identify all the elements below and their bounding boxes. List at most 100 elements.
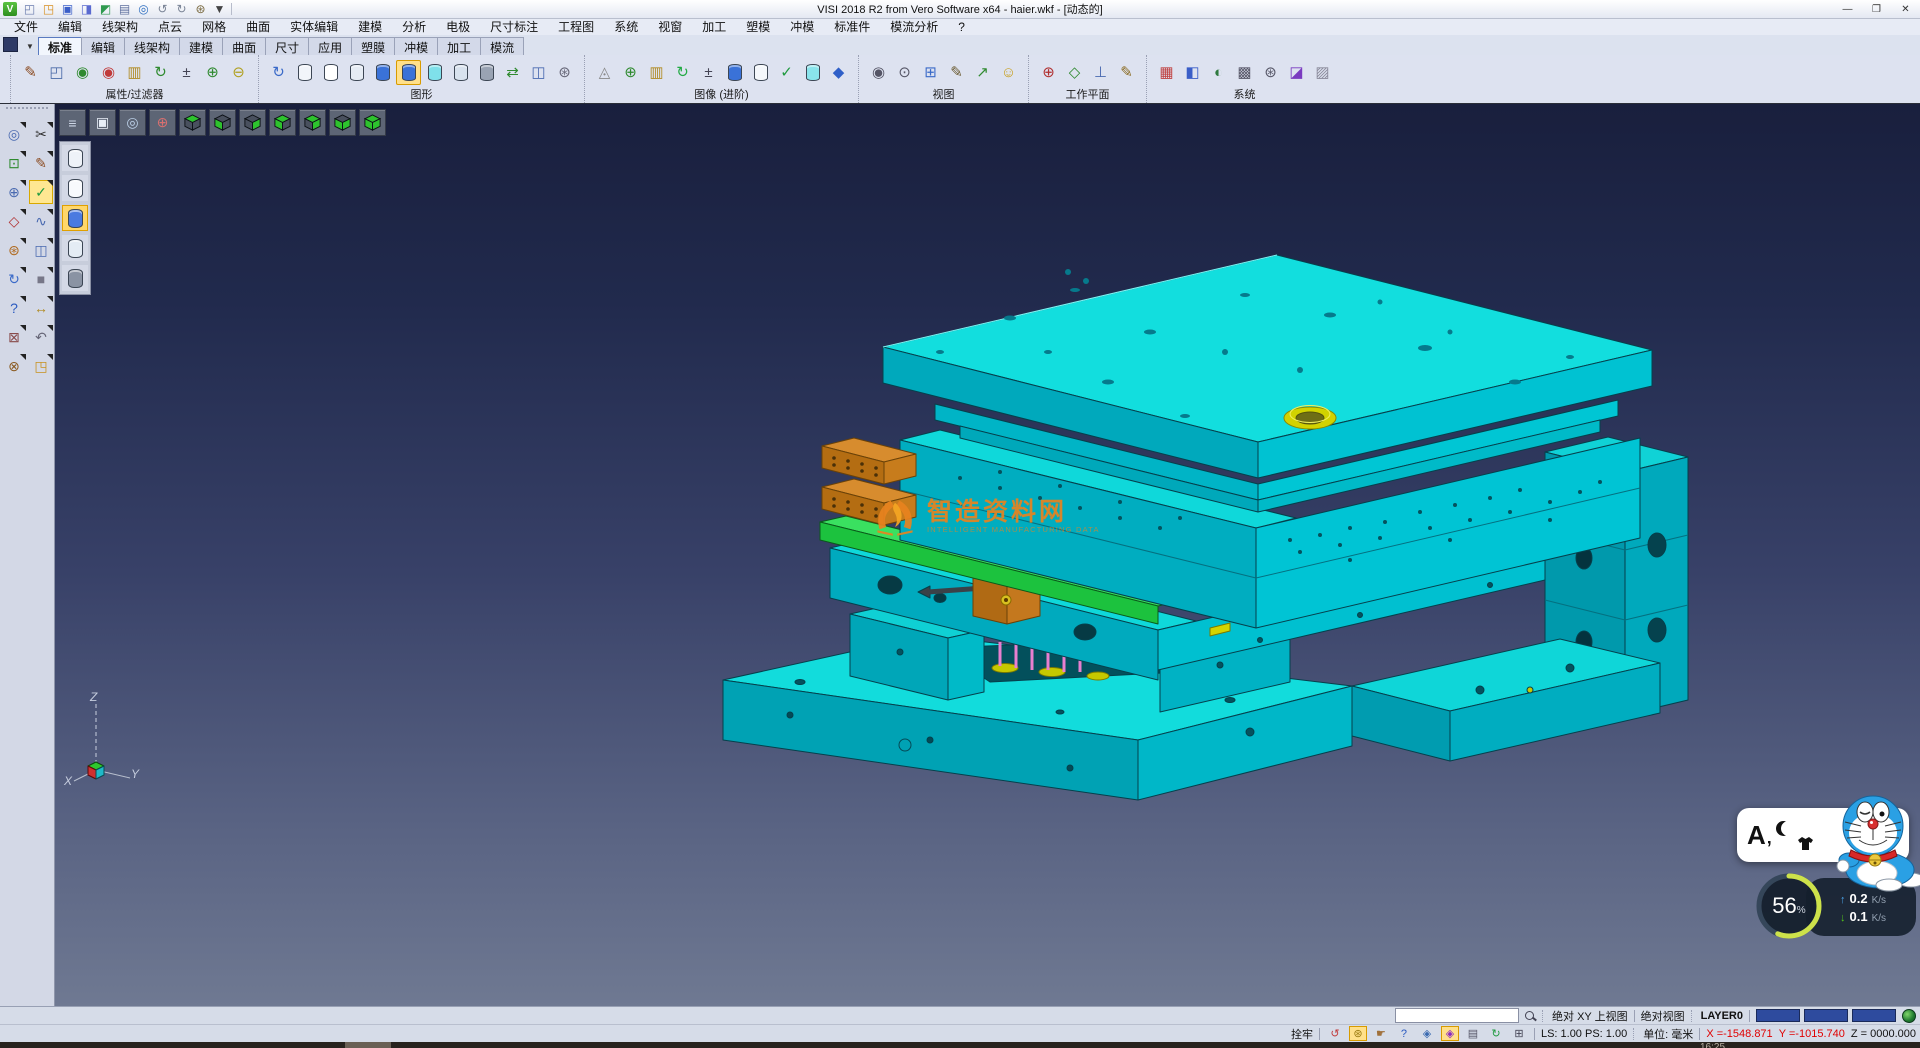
hidden-line-mode-icon[interactable] [318,60,343,85]
workplane-origin-icon[interactable]: ⊕ [1036,60,1061,85]
machining-wheel-icon[interactable]: ⊗ [2,354,26,378]
menu-point-cloud[interactable]: 点云 [148,17,192,36]
menu-die[interactable]: 冲模 [780,17,824,36]
menu-solid-edit[interactable]: 实体编辑 [280,17,348,36]
open-folder-icon[interactable]: ◳ [29,354,53,378]
ime-punctuation-icon[interactable]: ’ [1767,838,1772,859]
axes-origin-icon[interactable]: ⊕ [149,109,176,136]
hatched-mode-icon[interactable] [474,60,499,85]
menu-electrode[interactable]: 电极 [436,17,480,36]
trim-scissors-icon[interactable]: ✂ [29,122,53,146]
usage-meter-widget[interactable]: 56% [1755,872,1823,940]
measure-distance-icon[interactable]: ↔ [29,296,53,320]
spline-icon[interactable]: ∿ [29,209,53,233]
zoom-fit-icon[interactable]: ▣ [89,109,116,136]
workplane-cube-icon[interactable]: ◈ [1441,1026,1459,1041]
advanced-white-icon[interactable] [748,60,773,85]
search-input[interactable] [1395,1008,1519,1023]
tab-dimension[interactable]: 尺寸 [265,37,309,55]
view-arrow-icon[interactable]: ↗ [970,60,995,85]
ime-mode-letter[interactable]: A [1747,820,1766,851]
save-icon[interactable]: ▣ [59,2,76,17]
menu-window[interactable]: 视窗 [648,17,692,36]
paint-attributes-icon[interactable]: ⊛ [2,238,26,262]
undo-icon[interactable]: ↺ [154,2,171,17]
advanced-check-icon[interactable]: ✓ [774,60,799,85]
new-file-icon[interactable]: ◰ [21,2,38,17]
menu-modeling[interactable]: 建模 [348,17,392,36]
search-icon[interactable] [1525,1011,1534,1020]
tab-application[interactable]: 应用 [308,37,352,55]
options-icon[interactable]: ⊛ [192,2,209,17]
pick-hand-icon[interactable]: ☛ [1372,1026,1390,1041]
save-all-icon[interactable]: ◩ [97,2,114,17]
globe-status-icon[interactable] [1902,1009,1916,1023]
view-top-icon[interactable] [179,109,206,136]
view-eye-icon[interactable]: ◉ [866,60,891,85]
app-logo[interactable]: V [3,2,17,16]
tab-dropdown-icon[interactable]: ▼ [22,38,38,54]
menu-moldflow[interactable]: 模流分析 [880,17,948,36]
delete-trash-icon[interactable]: ⊠ [2,325,26,349]
workplane-plane-icon[interactable]: ◇ [1062,60,1087,85]
wireframe-mode-icon[interactable] [292,60,317,85]
menu-drafting[interactable]: 工程图 [548,17,604,36]
close-button[interactable]: ✕ [1891,1,1920,17]
menu-machining[interactable]: 加工 [692,17,736,36]
confirm-check-icon[interactable]: ✓ [29,180,53,204]
graphics-settings-icon[interactable]: ⊛ [552,60,577,85]
monitor-icon[interactable]: ◧ [1180,60,1205,85]
advanced-traffic-icon[interactable]: ▥ [644,60,669,85]
sidebar-drag-handle[interactable] [6,107,48,115]
help-question-icon[interactable]: ? [2,296,26,320]
gear-icon[interactable]: ⊛ [1258,60,1283,85]
ime-halfwidth-moon-icon[interactable] [1776,821,1791,836]
color-palette-icon[interactable]: ▦ [1154,60,1179,85]
print-icon[interactable]: ▤ [116,2,133,17]
refresh-visibility-icon[interactable]: ↻ [148,60,173,85]
scale-status[interactable]: LS: 1.00 PS: 1.00 [1541,1028,1627,1040]
redraw-icon[interactable]: ↻ [266,60,291,85]
quick-access-dropdown-icon[interactable]: ▼ [211,2,228,17]
snap-lock-label[interactable]: 拴牢 [1291,1026,1313,1042]
hide-entities-icon[interactable]: ◉ [96,60,121,85]
tab-molding[interactable]: 塑膜 [351,37,395,55]
menu-wireframe[interactable]: 线架构 [92,17,148,36]
viewport[interactable]: ≡▣◎⊕ Z X Y 智造资料网 INTELLIGENT MANUFACTURI… [55,104,1920,1006]
menu-dimension[interactable]: 尺寸标注 [480,17,548,36]
shade-hatched-icon[interactable] [62,265,88,291]
document-icon[interactable] [3,37,18,52]
tab-die[interactable]: 冲模 [394,37,438,55]
menu-analysis[interactable]: 分析 [392,17,436,36]
view-right-icon[interactable] [329,109,356,136]
menu-system[interactable]: 系统 [604,17,648,36]
rotate-view-icon[interactable]: ↻ [1487,1026,1505,1041]
shade-wireframe-icon[interactable] [62,145,88,171]
active-layer[interactable]: LAYER0 [1701,1010,1743,1022]
workplane-normal-icon[interactable]: ⊥ [1088,60,1113,85]
undo-arrow-icon[interactable]: ↶ [29,325,53,349]
menu-help[interactable]: ? [948,19,975,35]
advanced-recycle-icon[interactable]: ↻ [670,60,695,85]
tab-moldflow[interactable]: 模流 [480,37,524,55]
context-help-icon[interactable]: ? [1395,1026,1413,1041]
print-preview-icon[interactable]: ◎ [135,2,152,17]
save-as-icon[interactable]: ◨ [78,2,95,17]
menu-file[interactable]: 文件 [4,17,48,36]
copy-graphics-icon[interactable]: ◫ [526,60,551,85]
attributes-page-icon[interactable]: ◰ [44,60,69,85]
absolute-view-status[interactable]: 绝对视图 [1641,1008,1685,1024]
checker-icon[interactable]: ▩ [1232,60,1257,85]
menu-mesh[interactable]: 网格 [192,17,236,36]
advanced-measure-icon[interactable]: ◬ [592,60,617,85]
zoom-options-icon[interactable]: ⊕ [2,180,26,204]
move-axis-icon[interactable]: ◇ [2,209,26,233]
curve-pencil-icon[interactable]: ✎ [29,151,53,175]
menu-edit[interactable]: 编辑 [48,17,92,36]
advanced-drop-icon[interactable]: ◆ [826,60,851,85]
grid-window-icon[interactable]: ⊞ [1510,1026,1528,1041]
transparent-mode-icon[interactable] [422,60,447,85]
ghost-mode-icon[interactable] [448,60,473,85]
advanced-shaded-icon[interactable] [722,60,747,85]
view-front-icon[interactable] [239,109,266,136]
